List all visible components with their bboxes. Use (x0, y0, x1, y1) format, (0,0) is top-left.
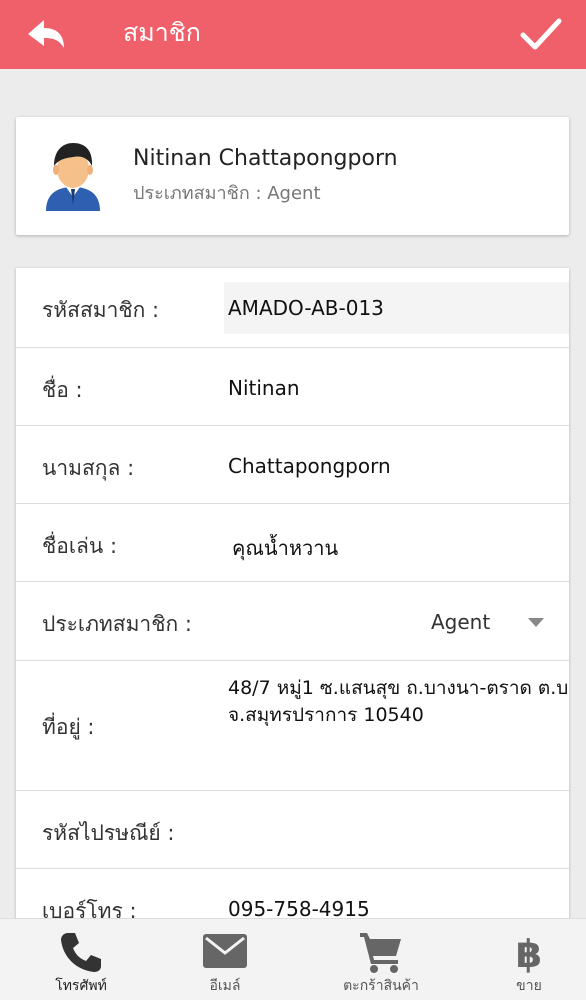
address-line-1: 48/7 หมู่1 ซ.แสนสุข ถ.บางนา-ตราด ต.บา (228, 677, 569, 699)
postcode-label: รหัสไปรษณีย์ : (42, 821, 175, 845)
check-icon[interactable] (519, 14, 563, 54)
tab-cart-label: ตะกร้าสินค้า (343, 978, 419, 994)
postcode-row: รหัสไปรษณีย์ : (16, 791, 569, 869)
address-line-2: จ.สมุทรปราการ 10540 (228, 704, 424, 726)
first-name-field[interactable]: Nitinan (228, 376, 300, 400)
cart-icon (360, 933, 401, 973)
address-row: 48/7 หมู่1 ซ.แสนสุข ถ.บางนา-ตราด ต.บา จ.… (16, 661, 569, 791)
tab-cart[interactable]: ตะกร้าสินค้า (308, 919, 454, 1000)
svg-text:฿: ฿ (516, 932, 542, 975)
address-label: ที่อยู่ : (42, 715, 95, 739)
member-id-label: รหัสสมาชิก : (42, 298, 160, 322)
last-name-field[interactable]: Chattapongporn (228, 454, 391, 478)
tab-sell[interactable]: ฿ ขาย (456, 919, 586, 1000)
member-id-row: รหัสสมาชิก : AMADO-AB-013 (16, 268, 569, 348)
arrow-back-icon[interactable] (24, 14, 68, 54)
member-name: Nitinan Chattapongporn (133, 146, 398, 171)
first-name-label: ชื่อ : (42, 378, 83, 402)
member-type-label: ประเภทสมาชิก : (42, 612, 192, 636)
tab-phone[interactable]: โทรศัพท์ (8, 919, 154, 1000)
baht-icon: ฿ (516, 932, 542, 975)
profile-card: Nitinan Chattapongporn ประเภทสมาชิก : Ag… (16, 117, 569, 235)
bottom-nav: โทรศัพท์ อีเมล์ ตะกร้าสินค้า ฿ ขาย (0, 918, 586, 1000)
chevron-down-icon[interactable] (528, 618, 544, 627)
last-name-label: นามสกุล : (42, 456, 135, 480)
first-name-row: ชื่อ : Nitinan (16, 348, 569, 426)
tab-phone-label: โทรศัพท์ (55, 978, 107, 994)
nickname-field[interactable]: คุณน้ำหวาน (232, 532, 338, 564)
user-avatar-icon (46, 143, 100, 211)
mail-icon (203, 934, 247, 968)
nickname-label: ชื่อเล่น : (42, 534, 118, 558)
tab-sell-label: ขาย (516, 978, 542, 994)
member-type-line: ประเภทสมาชิก : Agent (133, 183, 321, 204)
nickname-row: ชื่อเล่น : คุณน้ำหวาน (16, 504, 569, 582)
last-name-row: นามสกุล : Chattapongporn (16, 426, 569, 504)
tab-email[interactable]: อีเมล์ (152, 919, 298, 1000)
member-id-field[interactable]: AMADO-AB-013 (228, 296, 384, 320)
app-bar: สมาชิก (0, 0, 586, 69)
member-form: รหัสสมาชิก : AMADO-AB-013 ชื่อ : Nitinan… (16, 268, 569, 928)
phone-icon (61, 933, 101, 972)
tab-email-label: อีเมล์ (209, 978, 241, 994)
member-type-select[interactable]: Agent (431, 610, 490, 634)
page-title: สมาชิก (123, 18, 201, 47)
member-type-row: ประเภทสมาชิก : Agent (16, 582, 569, 661)
address-field[interactable]: 48/7 หมู่1 ซ.แสนสุข ถ.บางนา-ตราด ต.บา จ.… (228, 675, 569, 729)
